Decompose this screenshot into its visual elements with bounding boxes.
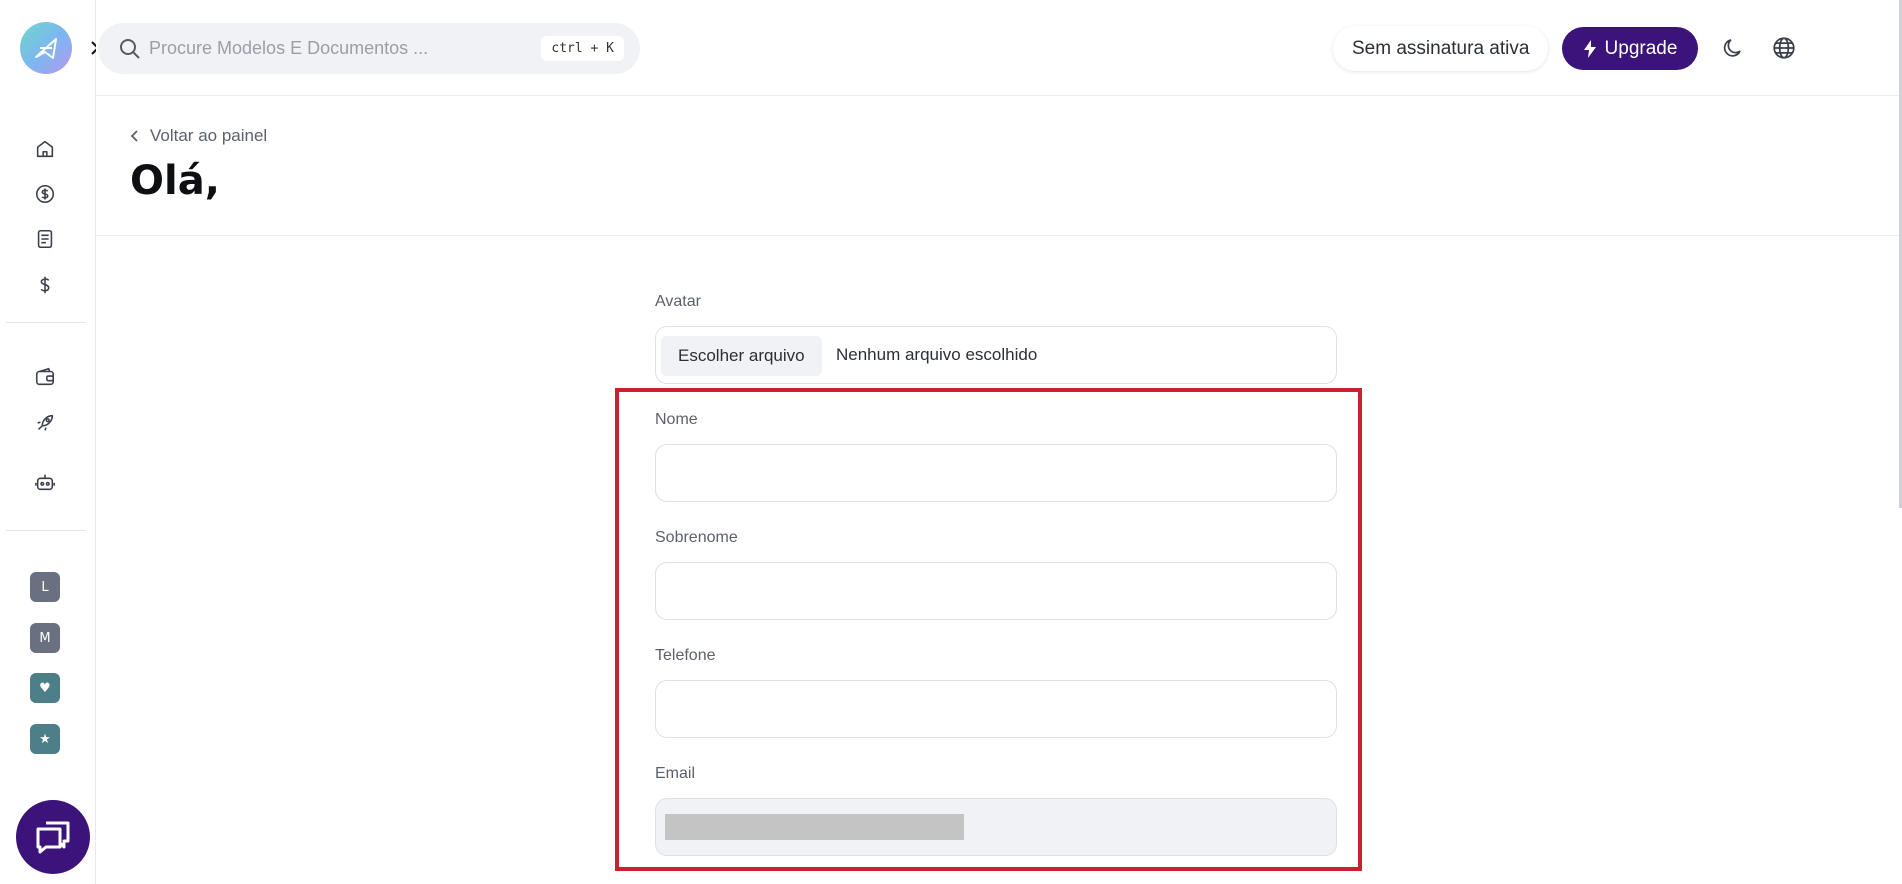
workspace-badge-l[interactable]: L	[30, 572, 60, 602]
app-logo[interactable]	[20, 22, 72, 74]
avatar-label: Avatar	[655, 293, 701, 310]
logo-icon	[35, 38, 57, 59]
sidebar-divider	[6, 530, 86, 531]
search-bar[interactable]: Procure Modelos E Documentos ... ctrl + …	[98, 23, 640, 74]
globe-icon	[1773, 37, 1795, 59]
workspace-badge-starred[interactable]: ★	[30, 724, 60, 754]
dark-mode-toggle[interactable]	[1719, 34, 1747, 62]
workspace-badge-m[interactable]: M	[30, 623, 60, 653]
back-to-dashboard-link[interactable]: Voltar ao painel	[130, 126, 267, 146]
workspace-badge-favorites[interactable]: ♥	[30, 673, 60, 703]
search-icon	[120, 39, 140, 59]
avatar-file-input[interactable]: Escolher arquivo Nenhum arquivo escolhid…	[655, 326, 1337, 384]
chat-icon	[36, 821, 70, 854]
choose-file-button[interactable]: Escolher arquivo	[661, 336, 822, 376]
lightning-icon	[1583, 39, 1596, 58]
file-status-text: Nenhum arquivo escolhido	[836, 345, 1038, 364]
sidebar: L M ♥ ★	[0, 0, 96, 884]
rocket-icon[interactable]	[31, 409, 59, 437]
highlight-annotation-box	[615, 388, 1362, 871]
search-shortcut-hint: ctrl + K	[541, 36, 624, 61]
robot-icon[interactable]	[31, 468, 59, 496]
subscription-status-badge[interactable]: Sem assinatura ativa	[1333, 26, 1549, 71]
sidebar-divider	[6, 322, 86, 323]
chat-button[interactable]	[16, 800, 90, 874]
upgrade-label: Upgrade	[1604, 37, 1678, 59]
language-selector[interactable]	[1770, 34, 1798, 62]
document-icon[interactable]	[31, 225, 59, 253]
moon-icon	[1723, 39, 1741, 57]
search-input[interactable]: Procure Modelos E Documentos ...	[149, 38, 428, 59]
page-header: Voltar ao painel Olá,	[96, 96, 1902, 236]
wallet-icon[interactable]	[31, 363, 59, 391]
upgrade-button[interactable]: Upgrade	[1562, 27, 1698, 70]
dollar-circle-icon[interactable]	[31, 180, 59, 208]
top-bar: Procure Modelos E Documentos ... ctrl + …	[96, 0, 1902, 96]
home-icon[interactable]	[31, 135, 59, 163]
chevron-left-icon	[130, 130, 138, 142]
dollar-icon[interactable]	[31, 271, 59, 299]
page-title: Olá,	[130, 158, 220, 204]
back-link-label: Voltar ao painel	[150, 126, 268, 145]
